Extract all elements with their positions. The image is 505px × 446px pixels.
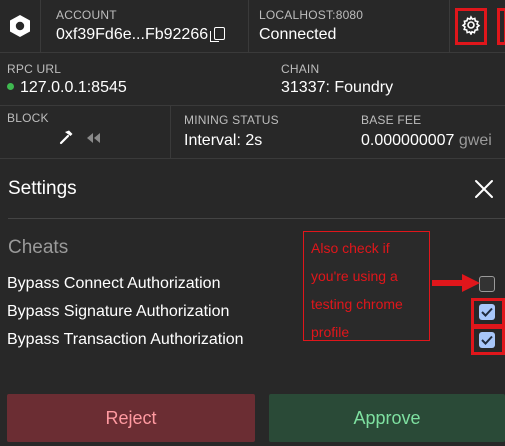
checkmark-icon [481, 335, 493, 345]
block-label: BLOCK [7, 111, 49, 125]
option-label-signature: Bypass Signature Authorization [7, 303, 230, 320]
account-address[interactable]: 0xf39Fd6e...Fb92266 [56, 26, 226, 44]
account-label: ACCOUNT [56, 8, 117, 22]
rpc-url: 127.0.0.1:8545 [7, 79, 127, 97]
basefee-value: 0.000000007 gwei [361, 132, 505, 150]
page-title: Settings [8, 178, 77, 199]
reject-button[interactable]: Reject [7, 394, 255, 442]
copy-icon[interactable] [210, 27, 226, 42]
option-label-transaction: Bypass Transaction Authorization [7, 331, 244, 348]
arrow-icon [432, 274, 480, 292]
settings-button[interactable] [461, 15, 481, 36]
divider [449, 0, 450, 52]
cheats-heading: Cheats [8, 237, 69, 258]
rewind-icon [87, 133, 100, 143]
chain-value: 31337: Foundry [281, 79, 394, 96]
rewind-button[interactable] [85, 131, 101, 143]
connection-status: Connected [259, 26, 337, 43]
status-dot-icon [7, 83, 14, 91]
settings-divider [8, 218, 505, 219]
close-icon [475, 180, 493, 198]
hammer-icon [59, 130, 73, 145]
basefee-unit: gwei [458, 132, 492, 149]
account-value: 0xf39Fd6e...Fb92266 [56, 26, 209, 43]
annotation-line: you're using a [311, 268, 398, 284]
hexagon-logo-icon [10, 15, 30, 37]
divider [170, 106, 171, 158]
bypass-signature-checkbox[interactable] [479, 304, 495, 320]
option-label-connect: Bypass Connect Authorization [7, 275, 221, 292]
bypass-transaction-checkbox[interactable] [479, 332, 495, 348]
mine-button[interactable] [58, 129, 74, 145]
rpc-label: RPC URL [7, 62, 62, 76]
highlight-edge [497, 8, 505, 45]
divider [248, 0, 249, 52]
rpc-value: 127.0.0.1:8545 [20, 79, 127, 96]
checkmark-icon [481, 307, 493, 317]
basefee-label: BASE FEE [361, 113, 422, 127]
host-label: LOCALHOST:8080 [259, 8, 364, 22]
mining-label: MINING STATUS [184, 113, 279, 127]
approve-button[interactable]: Approve [269, 394, 505, 442]
annotation-line: testing chrome [311, 296, 403, 312]
chain-label: CHAIN [281, 62, 320, 76]
annotation-text: Also check if you're using a testing chr… [311, 234, 429, 346]
logo [0, 0, 41, 52]
annotation-line: profile [311, 324, 350, 340]
basefee-amount: 0.000000007 [361, 132, 455, 149]
mining-value: Interval: 2s [184, 132, 263, 149]
gear-icon [461, 15, 481, 36]
close-button[interactable] [473, 178, 495, 200]
annotation-line: Also check if [311, 240, 390, 256]
